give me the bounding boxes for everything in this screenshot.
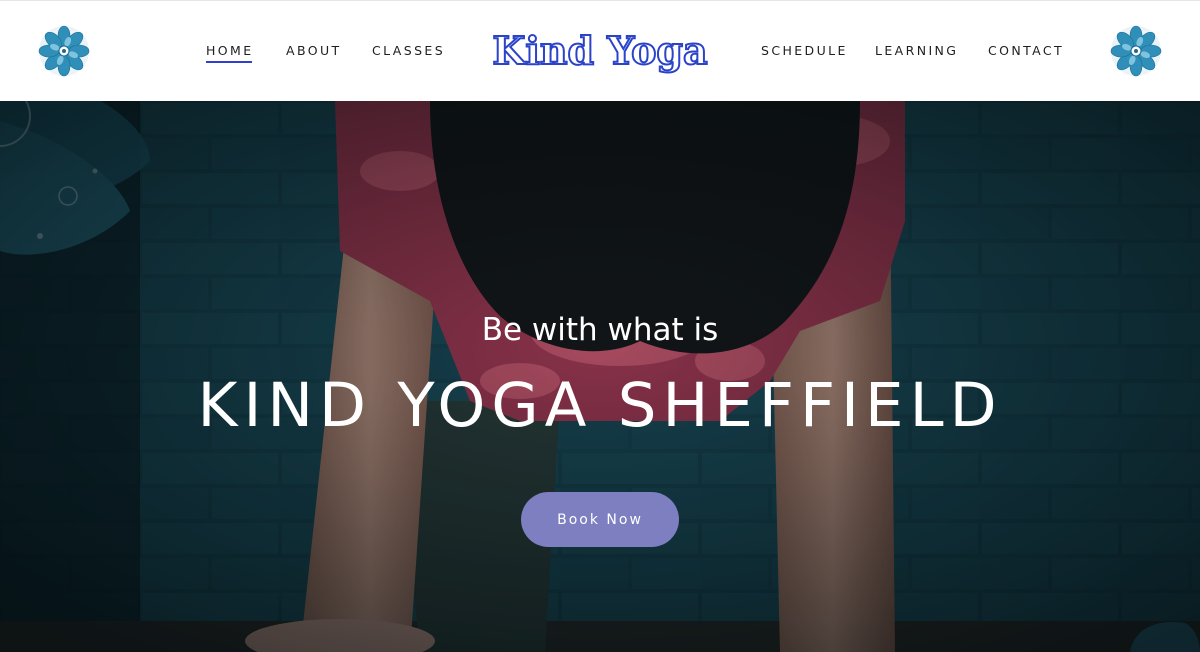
hero-subtitle: Be with what is bbox=[481, 312, 719, 348]
site-logo[interactable]: Kind Yoga bbox=[480, 27, 720, 77]
mandala-flower-icon[interactable] bbox=[38, 25, 90, 77]
nav-home[interactable]: HOME bbox=[206, 43, 254, 63]
hero-section: Be with what is KIND YOGA SHEFFIELD Book… bbox=[0, 101, 1200, 652]
nav-learning[interactable]: LEARNING bbox=[875, 43, 958, 58]
hero-title: KIND YOGA SHEFFIELD bbox=[197, 370, 1003, 441]
nav-classes[interactable]: CLASSES bbox=[372, 43, 445, 58]
mandala-flower-icon[interactable] bbox=[1110, 25, 1162, 77]
nav-contact[interactable]: CONTACT bbox=[988, 43, 1064, 58]
nav-about[interactable]: ABOUT bbox=[286, 43, 342, 58]
nav-schedule[interactable]: SCHEDULE bbox=[761, 43, 848, 58]
book-now-button[interactable]: Book Now bbox=[521, 492, 679, 547]
logo-text: Kind Yoga bbox=[492, 28, 707, 73]
site-header: HOME ABOUT CLASSES Kind Yoga SCHEDULE LE… bbox=[0, 0, 1200, 101]
